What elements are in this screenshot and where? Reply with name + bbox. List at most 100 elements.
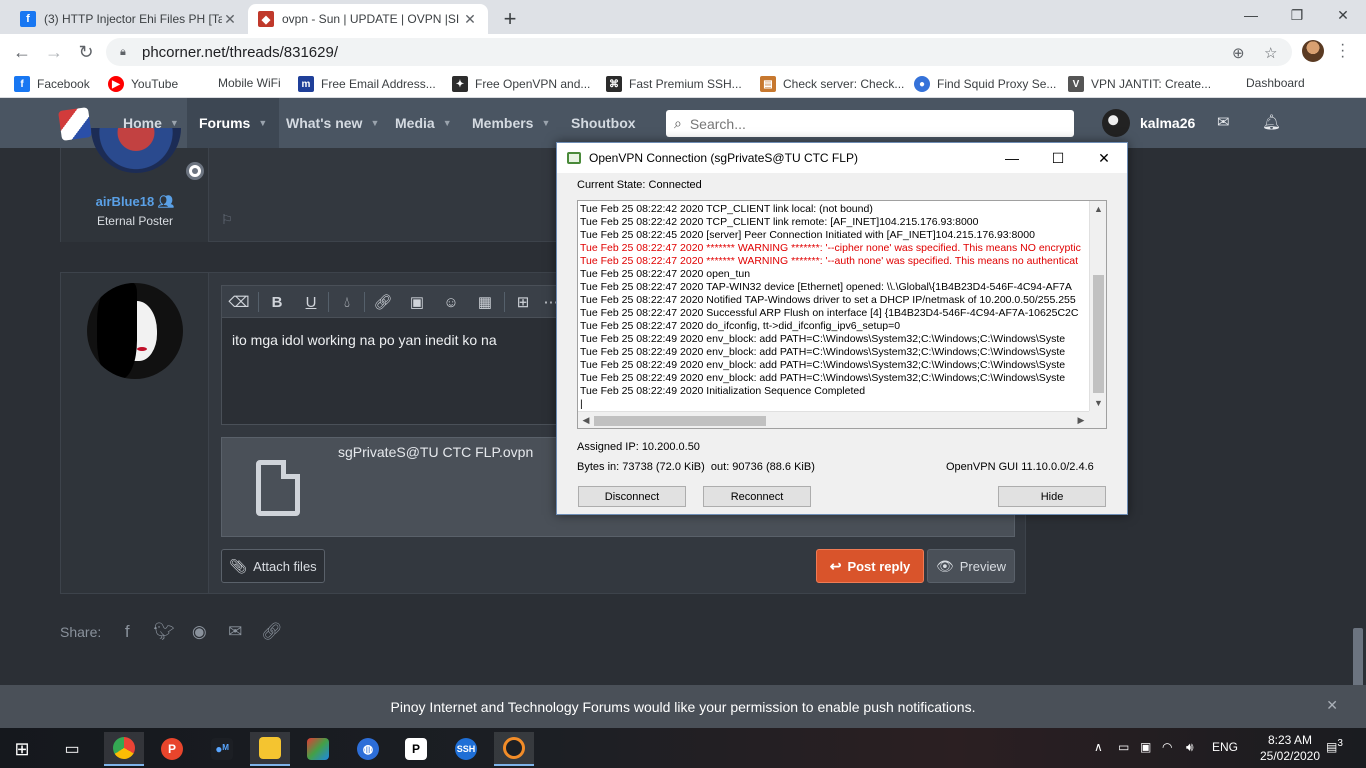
inbox-icon[interactable]: ✉ xyxy=(1217,113,1230,131)
close-tab-icon[interactable]: ✕ xyxy=(222,11,238,28)
profile-avatar[interactable] xyxy=(1302,40,1324,62)
vpn-close-button[interactable]: ✕ xyxy=(1081,143,1127,173)
twitter-share-icon[interactable]: 🐦︎ xyxy=(153,622,175,642)
minimize-window-button[interactable]: — xyxy=(1228,0,1274,30)
email-share-icon[interactable]: ✉ xyxy=(225,622,245,642)
disconnect-button[interactable]: Disconnect xyxy=(578,486,686,507)
nav-shoutbox[interactable]: Shoutbox xyxy=(559,98,648,148)
scroll-up-icon[interactable]: ▲ xyxy=(1090,201,1106,217)
table-icon[interactable]: ⊞ xyxy=(512,292,534,312)
scroll-right-icon[interactable]: ▶ xyxy=(1073,412,1089,428)
link-icon[interactable]: 🔗︎ xyxy=(372,292,394,312)
wifi-icon[interactable]: ◠ xyxy=(1162,740,1172,754)
editor-content[interactable]: ito mga idol working na po yan inedit ko… xyxy=(232,332,497,348)
taskbar-app-ssh[interactable]: SSH xyxy=(446,732,486,766)
close-tab-icon[interactable]: ✕ xyxy=(462,11,478,28)
browser-tab-2[interactable]: ◆ ovpn - Sun | UPDATE | OVPN |SI ✕ xyxy=(248,4,488,34)
close-icon[interactable]: ✕ xyxy=(1326,697,1338,714)
reddit-share-icon[interactable]: ◉ xyxy=(189,622,209,642)
bookmark-facebook[interactable]: f Facebook xyxy=(14,76,90,92)
restore-window-button[interactable]: ❐ xyxy=(1274,0,1320,30)
scroll-down-icon[interactable]: ▼ xyxy=(1090,395,1106,411)
color-drop-icon[interactable]: 💧︎ xyxy=(336,292,358,312)
hide-button[interactable]: Hide xyxy=(998,486,1106,507)
log-vertical-scrollbar[interactable]: ▲ ▼ xyxy=(1089,201,1106,411)
volume-icon[interactable]: 🔊︎ xyxy=(1186,740,1194,755)
nav-whats-new[interactable]: What's new ▼ xyxy=(274,98,391,148)
image-icon[interactable]: ▣ xyxy=(406,292,428,312)
chevron-down-icon[interactable]: ▼ xyxy=(170,118,179,128)
chevron-down-icon[interactable]: ▼ xyxy=(258,118,267,128)
bold-icon[interactable]: B xyxy=(266,292,288,312)
page-scroll-thumb[interactable] xyxy=(1353,628,1363,688)
attach-files-button[interactable]: 📎︎ Attach files xyxy=(221,549,325,583)
author-avatar[interactable] xyxy=(91,128,181,173)
taskbar-file-explorer[interactable] xyxy=(250,732,290,766)
taskbar-chrome[interactable] xyxy=(104,732,144,766)
address-bar[interactable]: 🔒︎ phcorner.net/threads/831629/ xyxy=(106,38,1292,66)
vpn-window-titlebar[interactable]: OpenVPN Connection (sgPrivateS@TU CTC FL… xyxy=(557,143,1127,173)
browser-tab-1[interactable]: f (3) HTTP Injector Ehi Files PH [Ta ✕ xyxy=(10,4,248,34)
forward-button[interactable]: → xyxy=(42,40,66,64)
bell-icon[interactable]: 🔔︎ xyxy=(1262,113,1281,131)
language-indicator[interactable]: ENG xyxy=(1212,740,1238,754)
taskbar-app-globe[interactable]: ◍ xyxy=(348,732,388,766)
username[interactable]: kalma26 xyxy=(1140,115,1195,131)
vpn-maximize-button[interactable]: ☐ xyxy=(1035,143,1081,173)
attachment-filename[interactable]: sgPrivateS@TU CTC FLP.ovpn xyxy=(338,444,533,460)
taskbar-openvpn[interactable] xyxy=(494,732,534,766)
preview-button[interactable]: 👁︎ Preview xyxy=(927,549,1015,583)
vpn-minimize-button[interactable]: — xyxy=(989,143,1035,173)
chevron-down-icon[interactable]: ▼ xyxy=(443,118,452,128)
add-icon[interactable]: ⊕ xyxy=(1232,44,1245,62)
system-clock[interactable]: 8:23 AM 25/02/2020 xyxy=(1258,732,1322,764)
author-name[interactable]: airBlue18 👥︎ xyxy=(61,194,209,210)
log-hscroll-thumb[interactable] xyxy=(594,416,766,426)
taskbar-app-photos[interactable] xyxy=(298,732,338,766)
facebook-share-icon[interactable]: f xyxy=(117,622,137,642)
back-button[interactable]: ← xyxy=(10,40,34,64)
nav-members[interactable]: Members ▼ xyxy=(460,98,562,148)
bookmark-free-openvpn[interactable]: ✦ Free OpenVPN and... xyxy=(452,76,590,92)
reload-button[interactable]: ↻ xyxy=(74,40,98,64)
site-logo[interactable] xyxy=(58,107,92,141)
nav-forums[interactable]: Forums ▼ xyxy=(187,98,280,148)
monitor-icon[interactable]: ▣ xyxy=(1140,740,1151,754)
bookmark-star-icon[interactable]: ☆ xyxy=(1264,44,1277,62)
vpn-log-box[interactable]: Tue Feb 25 08:22:42 2020 TCP_CLIENT link… xyxy=(577,200,1107,429)
page-scrollbar[interactable] xyxy=(1350,148,1366,688)
bookmark-free-email[interactable]: m Free Email Address... xyxy=(298,76,436,92)
bookmark-fast-ssh[interactable]: ⌘ Fast Premium SSH... xyxy=(606,76,742,92)
bookmark-mobile-wifi[interactable]: Mobile WiFi xyxy=(218,76,281,90)
bookmark-vpn-jantit[interactable]: V VPN JANTIT: Create... xyxy=(1068,76,1211,92)
forum-search-input[interactable]: ⌕ Search... xyxy=(666,110,1074,137)
chevron-down-icon[interactable]: ▼ xyxy=(541,118,550,128)
reconnect-button[interactable]: Reconnect xyxy=(703,486,811,507)
taskbar-app-cm[interactable]: ●ᴹ xyxy=(202,732,242,766)
bookmark-squid-proxy[interactable]: ● Find Squid Proxy Se... xyxy=(914,76,1056,92)
eraser-icon[interactable]: ⌫ xyxy=(228,292,250,312)
chevron-down-icon[interactable]: ▼ xyxy=(370,118,379,128)
bookmark-youtube[interactable]: ▶ YouTube xyxy=(108,76,178,92)
new-tab-button[interactable]: + xyxy=(498,6,522,32)
taskbar-app-p-white[interactable]: P xyxy=(396,732,436,766)
nav-media[interactable]: Media ▼ xyxy=(383,98,464,148)
menu-kebab-icon[interactable]: · · · xyxy=(1340,37,1345,65)
start-button[interactable]: ⊞ xyxy=(2,732,42,766)
action-center-icon[interactable]: ▤3 xyxy=(1326,738,1343,754)
task-view-button[interactable]: ▭ xyxy=(52,732,92,766)
bookmark-check-server[interactable]: ▤ Check server: Check... xyxy=(760,76,904,92)
underline-icon[interactable]: U xyxy=(300,292,322,312)
report-flag-icon[interactable]: ⚐ xyxy=(221,212,233,228)
taskbar-app-p[interactable]: P xyxy=(152,732,192,766)
bookmark-dashboard[interactable]: Dashboard xyxy=(1246,76,1305,90)
user-avatar[interactable] xyxy=(1102,109,1130,137)
battery-icon[interactable]: ▭ xyxy=(1118,740,1129,754)
tray-chevron-icon[interactable]: ∧ xyxy=(1094,740,1103,754)
link-share-icon[interactable]: 🔗︎ xyxy=(261,622,283,642)
scroll-left-icon[interactable]: ◀ xyxy=(578,412,594,428)
post-reply-button[interactable]: ↩ Post reply xyxy=(816,549,924,583)
log-vscroll-thumb[interactable] xyxy=(1093,275,1104,393)
log-horizontal-scrollbar[interactable]: ◀ ▶ xyxy=(578,411,1089,428)
close-window-button[interactable]: ✕ xyxy=(1320,0,1366,30)
